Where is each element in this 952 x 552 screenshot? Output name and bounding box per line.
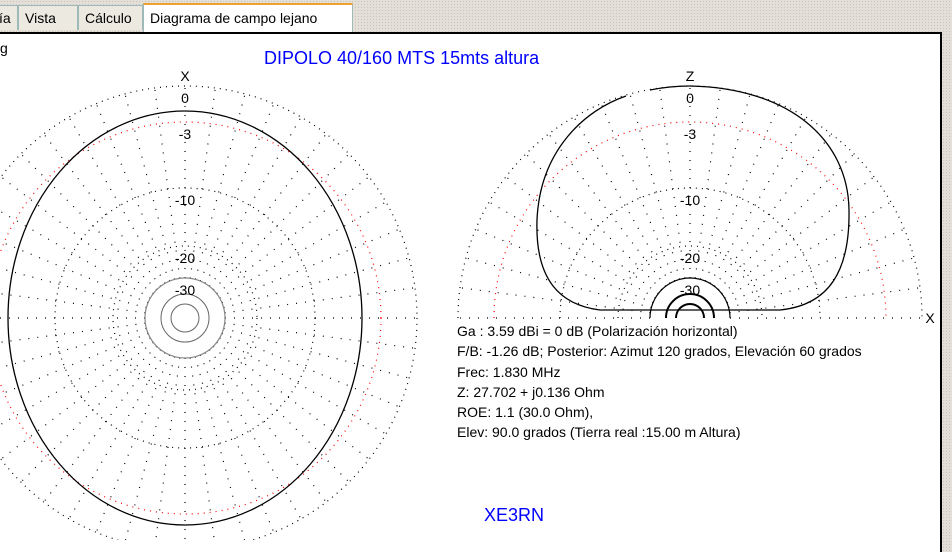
grid-spoke (728, 257, 915, 309)
grid-spoke (199, 354, 275, 533)
grid-spoke (475, 228, 654, 304)
ring-label: -20 (680, 250, 700, 266)
elevation-line: Elev: 90.0 grados (Tierra real :15.00 m … (457, 424, 741, 441)
grid-spoke (224, 287, 416, 314)
grid-spoke (43, 349, 162, 503)
plot-title: DIPOLO 40/160 MTS 15mts altura (264, 48, 540, 68)
grid-spoke (68, 352, 166, 520)
grid-spoke (223, 327, 410, 379)
grid-spoke (721, 176, 875, 295)
grid-spoke (600, 103, 676, 282)
grid-spoke (221, 228, 400, 304)
axis-label: Z (686, 68, 695, 84)
grid-spoke (0, 240, 149, 304)
grid-spoke (0, 332, 149, 396)
grid-spoke (95, 354, 171, 533)
grid-spoke (221, 332, 400, 408)
corner-text: g (0, 40, 8, 56)
grid-spoke (0, 176, 154, 295)
frequency-line: Frec: 1.830 MHz (457, 363, 561, 380)
grid-spoke (204, 352, 302, 520)
ring-label: -20 (175, 250, 195, 266)
grid-spoke (124, 93, 176, 280)
grid-spoke (223, 257, 410, 309)
azimuth-pattern (7, 110, 363, 526)
grid-spoke (224, 322, 416, 349)
grid-spoke (199, 103, 275, 282)
grid-spoke (95, 103, 171, 282)
grid-spoke (20, 153, 158, 291)
grid-spoke (726, 228, 905, 304)
grid-spoke (709, 116, 807, 284)
tab-diagrama-campo-lejano[interactable]: Diagrama de campo lejano (143, 3, 353, 32)
grid-spoke (717, 153, 855, 291)
swr-line: ROE: 1.1 (30.0 Ohm), (457, 404, 594, 421)
grid-spoke (68, 116, 166, 284)
ring-label: 0 (181, 90, 189, 106)
inner-ring (675, 303, 705, 319)
grid-spoke (219, 337, 387, 435)
grid-spoke (208, 349, 327, 503)
grid-spoke (704, 103, 780, 282)
inner-ring (170, 303, 200, 333)
grid-spoke (194, 93, 246, 280)
grid-spoke (219, 201, 387, 299)
gain-line: Ga : 3.59 dBi = 0 dB (Polarización horiz… (457, 323, 738, 339)
ring-label: -3 (179, 126, 192, 142)
grid-spoke (216, 176, 370, 295)
grid-spoke (0, 341, 154, 460)
grid-spoke (629, 93, 681, 280)
grid-spoke (194, 356, 246, 540)
grid-spoke (0, 322, 146, 343)
grid-spoke (212, 153, 350, 291)
grid-spoke (189, 357, 215, 540)
grid-spoke (155, 357, 181, 540)
ring-label: -3 (684, 126, 697, 142)
impedance-line: Z: 27.702 + j0.136 Ohm (457, 383, 605, 400)
grid-spoke (208, 133, 327, 287)
ring-label: 0 (686, 90, 694, 106)
axis-label: X (180, 68, 190, 84)
grid-spoke (0, 337, 151, 426)
grid-spoke (488, 201, 656, 299)
grid-spoke (548, 133, 667, 287)
grid-spoke (459, 287, 651, 314)
grid-spoke (216, 341, 370, 460)
grid-spoke (20, 345, 158, 483)
author-label: XE3RN (484, 505, 545, 525)
grid-spoke (212, 345, 350, 483)
grid-spoke (204, 116, 302, 284)
ring-label: -10 (175, 192, 195, 208)
ring-label: -10 (680, 192, 700, 208)
grid-spoke (43, 133, 162, 287)
grid-spoke (465, 257, 652, 309)
grid-spoke (0, 267, 147, 309)
grid-spoke (699, 93, 751, 280)
grid-spoke (0, 210, 151, 299)
front-back-line: F/B: -1.26 dB; Posterior: Azimut 120 gra… (457, 343, 862, 360)
ring--3 (0, 121, 382, 515)
grid-spoke (505, 176, 659, 295)
grid-spoke (0, 327, 147, 369)
axis-label-side: X (925, 310, 935, 326)
grid-spoke (0, 293, 146, 314)
grid-spoke (713, 133, 832, 287)
polar-plots: 0 -3 -10 -20 -30 X 0 -3 -10 -20 -30 Z X (0, 68, 935, 540)
grid-spoke (573, 116, 671, 284)
grid-spoke (724, 201, 892, 299)
grid-spoke (124, 356, 176, 540)
results-info: Ga : 3.59 dBi = 0 dB (Polarización horiz… (457, 321, 862, 443)
ring-label: -30 (175, 282, 195, 298)
inner-ring (160, 293, 210, 343)
ring-label: -30 (680, 282, 700, 298)
